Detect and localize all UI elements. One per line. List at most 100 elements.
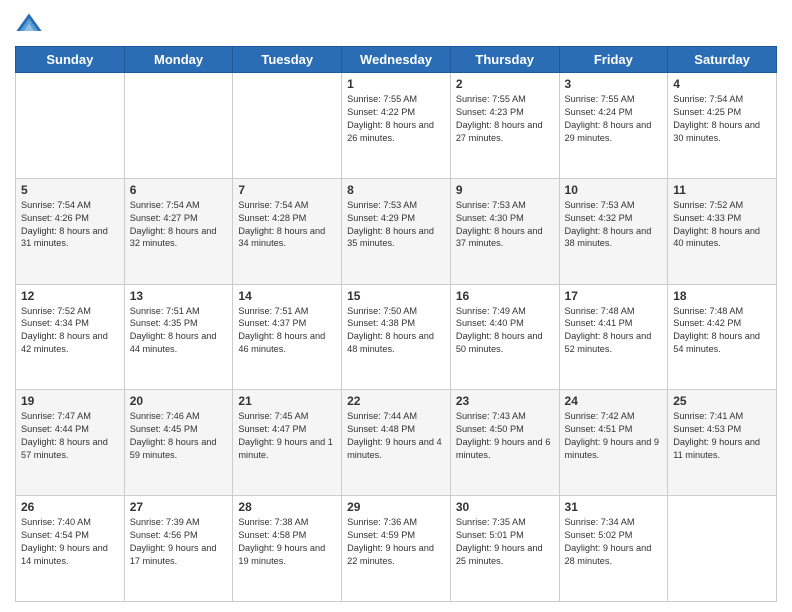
weekday-header-saturday: Saturday — [668, 47, 777, 73]
calendar-empty-cell — [233, 73, 342, 179]
calendar-table: SundayMondayTuesdayWednesdayThursdayFrid… — [15, 46, 777, 602]
day-number: 25 — [673, 394, 771, 408]
day-info: Sunrise: 7:49 AM Sunset: 4:40 PM Dayligh… — [456, 305, 554, 357]
day-info: Sunrise: 7:53 AM Sunset: 4:32 PM Dayligh… — [565, 199, 663, 251]
day-number: 31 — [565, 500, 663, 514]
day-number: 2 — [456, 77, 554, 91]
page: SundayMondayTuesdayWednesdayThursdayFrid… — [0, 0, 792, 612]
logo-icon — [15, 10, 43, 38]
calendar-empty-cell — [668, 496, 777, 602]
day-number: 18 — [673, 289, 771, 303]
day-number: 3 — [565, 77, 663, 91]
day-number: 29 — [347, 500, 445, 514]
calendar-day-24: 24 Sunrise: 7:42 AM Sunset: 4:51 PM Dayli… — [559, 390, 668, 496]
day-info: Sunrise: 7:48 AM Sunset: 4:41 PM Dayligh… — [565, 305, 663, 357]
calendar-day-25: 25 Sunrise: 7:41 AM Sunset: 4:53 PM Dayli… — [668, 390, 777, 496]
day-number: 5 — [21, 183, 119, 197]
day-info: Sunrise: 7:54 AM Sunset: 4:26 PM Dayligh… — [21, 199, 119, 251]
calendar-week-1: 1Sunrise: 7:55 AM Sunset: 4:22 PM Daylig… — [16, 73, 777, 179]
weekday-header-wednesday: Wednesday — [342, 47, 451, 73]
calendar-day-11: 11Sunrise: 7:52 AM Sunset: 4:33 PM Dayli… — [668, 178, 777, 284]
day-info: Sunrise: 7:52 AM Sunset: 4:34 PM Dayligh… — [21, 305, 119, 357]
day-number: 26 — [21, 500, 119, 514]
calendar-week-5: 26 Sunrise: 7:40 AM Sunset: 4:54 PM Dayli… — [16, 496, 777, 602]
day-number: 1 — [347, 77, 445, 91]
calendar-day-7: 7 Sunrise: 7:54 AM Sunset: 4:28 PM Daylig… — [233, 178, 342, 284]
calendar-day-3: 3 Sunrise: 7:55 AM Sunset: 4:24 PM Daylig… — [559, 73, 668, 179]
day-info: Sunrise: 7:51 AM Sunset: 4:35 PM Dayligh… — [130, 305, 228, 357]
header — [15, 10, 777, 38]
calendar-week-4: 19 Sunrise: 7:47 AM Sunset: 4:44 PM Dayli… — [16, 390, 777, 496]
calendar-day-4: 4 Sunrise: 7:54 AM Sunset: 4:25 PM Daylig… — [668, 73, 777, 179]
calendar-day-30: 30 Sunrise: 7:35 AM Sunset: 5:01 PM Dayli… — [450, 496, 559, 602]
day-info: Sunrise: 7:47 AM Sunset: 4:44 PM Dayligh… — [21, 410, 119, 462]
calendar-empty-cell — [16, 73, 125, 179]
day-info: Sunrise: 7:55 AM Sunset: 4:24 PM Dayligh… — [565, 93, 663, 145]
day-info: Sunrise: 7:54 AM Sunset: 4:28 PM Dayligh… — [238, 199, 336, 251]
day-info: Sunrise: 7:36 AM Sunset: 4:59 PM Dayligh… — [347, 516, 445, 568]
weekday-header-monday: Monday — [124, 47, 233, 73]
day-number: 4 — [673, 77, 771, 91]
day-info: Sunrise: 7:43 AM Sunset: 4:50 PM Dayligh… — [456, 410, 554, 462]
day-info: Sunrise: 7:40 AM Sunset: 4:54 PM Dayligh… — [21, 516, 119, 568]
day-number: 12 — [21, 289, 119, 303]
day-info: Sunrise: 7:35 AM Sunset: 5:01 PM Dayligh… — [456, 516, 554, 568]
day-number: 10 — [565, 183, 663, 197]
day-info: Sunrise: 7:39 AM Sunset: 4:56 PM Dayligh… — [130, 516, 228, 568]
calendar-day-19: 19 Sunrise: 7:47 AM Sunset: 4:44 PM Dayli… — [16, 390, 125, 496]
calendar-day-29: 29 Sunrise: 7:36 AM Sunset: 4:59 PM Dayli… — [342, 496, 451, 602]
day-info: Sunrise: 7:34 AM Sunset: 5:02 PM Dayligh… — [565, 516, 663, 568]
day-number: 9 — [456, 183, 554, 197]
weekday-header-friday: Friday — [559, 47, 668, 73]
calendar-week-2: 5 Sunrise: 7:54 AM Sunset: 4:26 PM Daylig… — [16, 178, 777, 284]
day-info: Sunrise: 7:53 AM Sunset: 4:29 PM Dayligh… — [347, 199, 445, 251]
day-info: Sunrise: 7:41 AM Sunset: 4:53 PM Dayligh… — [673, 410, 771, 462]
day-number: 24 — [565, 394, 663, 408]
calendar-day-27: 27 Sunrise: 7:39 AM Sunset: 4:56 PM Dayli… — [124, 496, 233, 602]
calendar-day-15: 15Sunrise: 7:50 AM Sunset: 4:38 PM Dayli… — [342, 284, 451, 390]
day-info: Sunrise: 7:46 AM Sunset: 4:45 PM Dayligh… — [130, 410, 228, 462]
day-info: Sunrise: 7:55 AM Sunset: 4:23 PM Dayligh… — [456, 93, 554, 145]
day-number: 21 — [238, 394, 336, 408]
calendar-day-5: 5 Sunrise: 7:54 AM Sunset: 4:26 PM Daylig… — [16, 178, 125, 284]
calendar-day-22: 22 Sunrise: 7:44 AM Sunset: 4:48 PM Dayli… — [342, 390, 451, 496]
calendar-day-13: 13 Sunrise: 7:51 AM Sunset: 4:35 PM Dayli… — [124, 284, 233, 390]
calendar-day-23: 23Sunrise: 7:43 AM Sunset: 4:50 PM Dayli… — [450, 390, 559, 496]
day-number: 22 — [347, 394, 445, 408]
day-number: 30 — [456, 500, 554, 514]
day-info: Sunrise: 7:48 AM Sunset: 4:42 PM Dayligh… — [673, 305, 771, 357]
day-info: Sunrise: 7:53 AM Sunset: 4:30 PM Dayligh… — [456, 199, 554, 251]
calendar-day-28: 28 Sunrise: 7:38 AM Sunset: 4:58 PM Dayli… — [233, 496, 342, 602]
day-number: 6 — [130, 183, 228, 197]
weekday-header-sunday: Sunday — [16, 47, 125, 73]
calendar-day-21: 21 Sunrise: 7:45 AM Sunset: 4:47 PM Dayli… — [233, 390, 342, 496]
calendar-day-31: 31 Sunrise: 7:34 AM Sunset: 5:02 PM Dayli… — [559, 496, 668, 602]
day-info: Sunrise: 7:38 AM Sunset: 4:58 PM Dayligh… — [238, 516, 336, 568]
day-number: 14 — [238, 289, 336, 303]
weekday-header-row: SundayMondayTuesdayWednesdayThursdayFrid… — [16, 47, 777, 73]
day-info: Sunrise: 7:42 AM Sunset: 4:51 PM Dayligh… — [565, 410, 663, 462]
calendar-empty-cell — [124, 73, 233, 179]
day-number: 16 — [456, 289, 554, 303]
calendar-day-20: 20 Sunrise: 7:46 AM Sunset: 4:45 PM Dayli… — [124, 390, 233, 496]
calendar-day-17: 17 Sunrise: 7:48 AM Sunset: 4:41 PM Dayli… — [559, 284, 668, 390]
calendar-day-9: 9 Sunrise: 7:53 AM Sunset: 4:30 PM Daylig… — [450, 178, 559, 284]
calendar-day-14: 14Sunrise: 7:51 AM Sunset: 4:37 PM Dayli… — [233, 284, 342, 390]
calendar-day-18: 18 Sunrise: 7:48 AM Sunset: 4:42 PM Dayli… — [668, 284, 777, 390]
day-number: 19 — [21, 394, 119, 408]
logo — [15, 10, 47, 38]
day-number: 13 — [130, 289, 228, 303]
day-number: 7 — [238, 183, 336, 197]
day-info: Sunrise: 7:54 AM Sunset: 4:25 PM Dayligh… — [673, 93, 771, 145]
day-number: 28 — [238, 500, 336, 514]
day-number: 15 — [347, 289, 445, 303]
day-number: 20 — [130, 394, 228, 408]
calendar-day-2: 2 Sunrise: 7:55 AM Sunset: 4:23 PM Daylig… — [450, 73, 559, 179]
day-number: 27 — [130, 500, 228, 514]
day-info: Sunrise: 7:44 AM Sunset: 4:48 PM Dayligh… — [347, 410, 445, 462]
calendar-day-1: 1Sunrise: 7:55 AM Sunset: 4:22 PM Daylig… — [342, 73, 451, 179]
day-info: Sunrise: 7:45 AM Sunset: 4:47 PM Dayligh… — [238, 410, 336, 462]
calendar-day-6: 6Sunrise: 7:54 AM Sunset: 4:27 PM Daylig… — [124, 178, 233, 284]
day-number: 17 — [565, 289, 663, 303]
weekday-header-tuesday: Tuesday — [233, 47, 342, 73]
